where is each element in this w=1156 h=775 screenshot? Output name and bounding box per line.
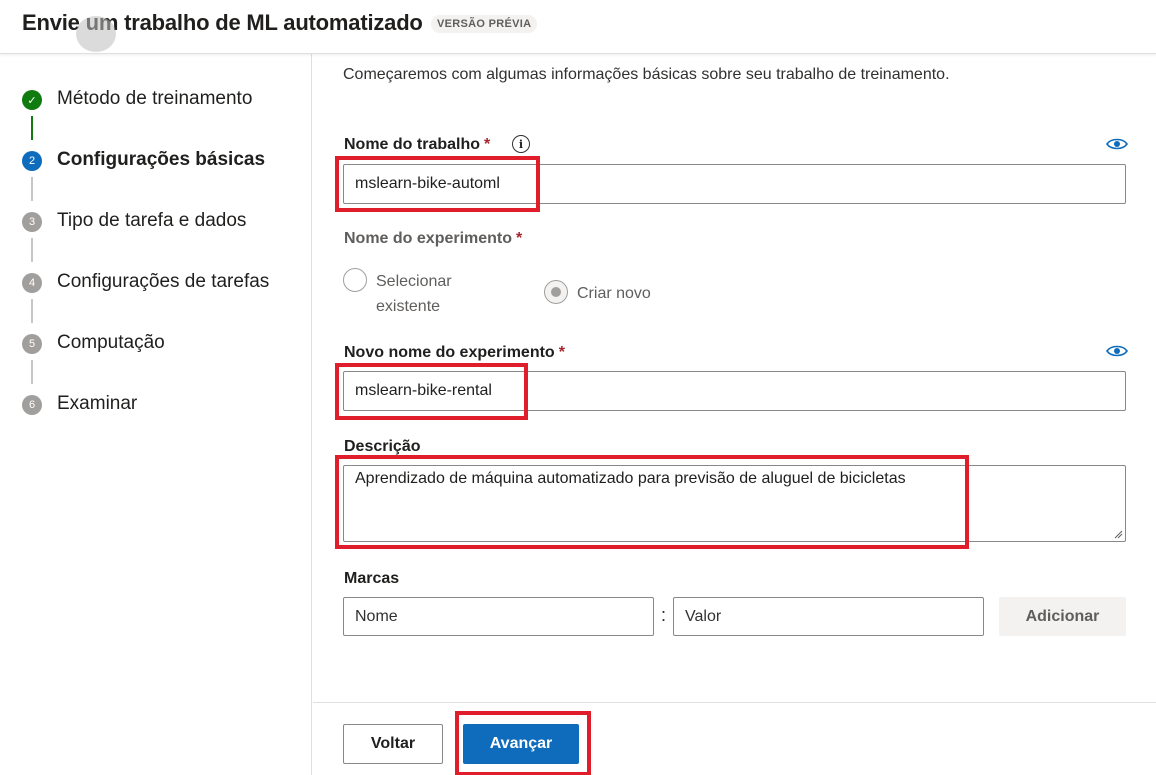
step-label: Examinar (57, 393, 138, 414)
step-label: Método de treinamento (57, 88, 253, 109)
next-button[interactable]: Avançar (463, 724, 579, 764)
cursor-indicator (76, 16, 116, 52)
resize-handle-icon[interactable] (1113, 529, 1123, 539)
new-experiment-name-input[interactable]: mslearn-bike-rental (343, 371, 1126, 411)
page-header: Envie um trabalho de ML automatizado VER… (0, 0, 1156, 54)
tags-label: Marcas (344, 570, 400, 587)
radio-select-existing-label: Selecionar existente (376, 273, 452, 315)
step-connector (31, 238, 33, 262)
checkmark-icon: ✓ (22, 90, 42, 110)
radio-select-existing[interactable] (343, 268, 367, 292)
tag-separator: : (661, 605, 667, 625)
description-label: Descrição (344, 438, 421, 455)
step-number: 2 (22, 151, 42, 171)
job-name-input[interactable]: mslearn-bike-automl (343, 164, 1126, 204)
step-number: 3 (22, 212, 42, 232)
description-text: Aprendizado de máquina automatizado para… (355, 470, 906, 487)
step-connector (31, 299, 33, 323)
radio-create-new[interactable] (544, 280, 568, 304)
add-tag-button[interactable]: Adicionar (999, 597, 1126, 636)
required-asterisk: * (558, 344, 565, 361)
step-label: Configurações básicas (57, 149, 266, 170)
step-connector (31, 360, 33, 384)
required-asterisk: * (484, 136, 491, 153)
step-connector (31, 177, 33, 201)
info-icon[interactable]: i (512, 135, 530, 153)
step-label: Tipo de tarefa e dados (57, 210, 247, 231)
tag-value-input[interactable]: Valor (673, 597, 984, 636)
required-asterisk: * (516, 230, 523, 247)
step-label: Configurações de tarefas (57, 271, 270, 292)
description-textarea[interactable]: Aprendizado de máquina automatizado para… (343, 465, 1126, 542)
step-number: 5 (22, 334, 42, 354)
step-number: 4 (22, 273, 42, 293)
step-connector (31, 116, 33, 140)
back-button[interactable]: Voltar (343, 724, 443, 764)
preview-badge: VERSÃO PRÉVIA (431, 15, 538, 33)
wizard-footer: Voltar Avançar (313, 702, 1156, 775)
basic-settings-form: Começaremos com algumas informações bási… (313, 54, 1156, 702)
tag-name-input[interactable]: Nome (343, 597, 654, 636)
intro-text: Começaremos com algumas informações bási… (343, 66, 950, 83)
radio-create-new-label: Criar novo (577, 285, 651, 302)
eye-icon[interactable] (1106, 137, 1128, 151)
step-number: 6 (22, 395, 42, 415)
job-name-label: Nome do trabalho * (344, 136, 491, 153)
eye-icon[interactable] (1106, 344, 1128, 358)
wizard-stepper: ✓ Método de treinamento 2 Configurações … (0, 54, 312, 775)
new-experiment-name-label: Novo nome do experimento * (344, 344, 565, 361)
step-label: Computação (57, 332, 165, 353)
experiment-name-label: Nome do experimento * (344, 230, 523, 247)
